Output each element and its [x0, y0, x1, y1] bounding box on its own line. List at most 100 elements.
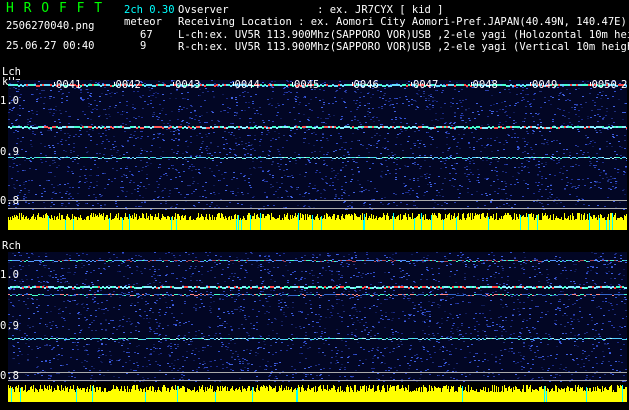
noise-speck [608, 128, 610, 129]
noise-speck [506, 198, 508, 199]
level-bar-column [165, 217, 166, 230]
noise-speck [405, 192, 407, 193]
noise-speck [449, 173, 451, 174]
noise-speck [204, 363, 206, 364]
noise-speck [184, 278, 186, 279]
noise-speck [461, 138, 463, 139]
noise-speck [364, 307, 366, 308]
level-bar-column [383, 213, 384, 230]
noise-speck [235, 138, 237, 139]
signal-line-segment [238, 157, 240, 158]
level-bar-column [84, 219, 85, 230]
noise-speck [471, 132, 473, 133]
signal-line-segment [142, 127, 144, 129]
signal-line-segment [622, 126, 624, 128]
noise-speck [216, 205, 218, 206]
noise-speck [574, 104, 576, 105]
signal-line-segment [24, 84, 26, 86]
noise-speck [181, 181, 183, 182]
noise-speck [219, 152, 221, 153]
level-bar-column [171, 217, 172, 230]
noise-speck [192, 177, 194, 178]
noise-speck [71, 373, 73, 374]
noise-speck [296, 129, 298, 130]
signal-line-segment [390, 157, 392, 158]
noise-speck [247, 92, 249, 93]
noise-speck [45, 361, 47, 362]
noise-speck [175, 325, 177, 326]
level-bar-column [389, 220, 390, 230]
noise-speck [82, 253, 84, 254]
noise-speck [317, 337, 319, 338]
noise-speck [144, 202, 146, 203]
noise-speck [303, 97, 305, 98]
noise-speck [432, 107, 434, 108]
noise-speck [158, 354, 160, 355]
noise-speck [77, 349, 79, 350]
noise-speck [378, 322, 380, 323]
signal-line-segment [412, 157, 414, 158]
noise-speck [222, 104, 224, 105]
noise-speck [100, 273, 102, 274]
noise-speck [196, 155, 198, 156]
noise-speck [94, 292, 96, 293]
level-bar-column [257, 214, 258, 230]
noise-speck [497, 179, 499, 180]
noise-speck [589, 93, 591, 94]
noise-speck [55, 193, 57, 194]
noise-speck [86, 152, 88, 153]
noise-speck [178, 265, 180, 266]
noise-speck [262, 120, 264, 121]
noise-speck [152, 95, 154, 96]
noise-speck [51, 184, 53, 185]
noise-speck [236, 105, 238, 106]
level-bar-column [367, 220, 368, 230]
noise-speck [388, 101, 390, 102]
noise-speck [241, 259, 243, 260]
noise-speck [187, 99, 189, 100]
noise-speck [567, 322, 569, 323]
noise-speck [65, 151, 67, 152]
level-bar-column [459, 220, 460, 230]
signal-line-segment [514, 126, 516, 128]
signal-line-segment [400, 158, 402, 159]
level-bar-column [437, 218, 438, 230]
signal-line-segment [298, 157, 300, 158]
noise-speck [619, 273, 621, 274]
signal-line-segment [128, 157, 130, 158]
signal-line-segment [198, 126, 200, 128]
noise-speck [380, 310, 382, 311]
noise-speck [213, 185, 215, 186]
noise-speck [397, 134, 399, 135]
noise-speck [499, 122, 501, 123]
noise-speck [449, 180, 451, 181]
noise-speck [157, 187, 159, 188]
noise-speck [423, 257, 425, 258]
signal-line-segment [448, 126, 450, 128]
noise-speck [138, 171, 140, 172]
noise-speck [603, 340, 605, 341]
level-bar-column [30, 219, 31, 230]
signal-line-segment [158, 158, 160, 159]
noise-speck [609, 143, 611, 144]
level-bar-column [498, 220, 499, 230]
noise-speck [319, 319, 321, 320]
noise-speck [601, 106, 603, 107]
noise-speck [412, 163, 414, 164]
noise-speck [381, 106, 383, 107]
noise-speck [202, 350, 204, 351]
noise-speck [212, 91, 214, 92]
noise-speck [442, 161, 444, 162]
noise-speck [295, 125, 297, 126]
noise-speck [330, 135, 332, 136]
noise-speck [550, 184, 552, 185]
noise-speck [229, 108, 231, 109]
noise-speck [12, 159, 14, 160]
signal-line-segment [100, 127, 102, 129]
level-bar-column [73, 219, 74, 230]
noise-speck [210, 143, 212, 144]
signal-line-segment [392, 157, 394, 158]
noise-speck [549, 131, 551, 132]
noise-speck [550, 197, 552, 198]
noise-speck [446, 265, 448, 266]
